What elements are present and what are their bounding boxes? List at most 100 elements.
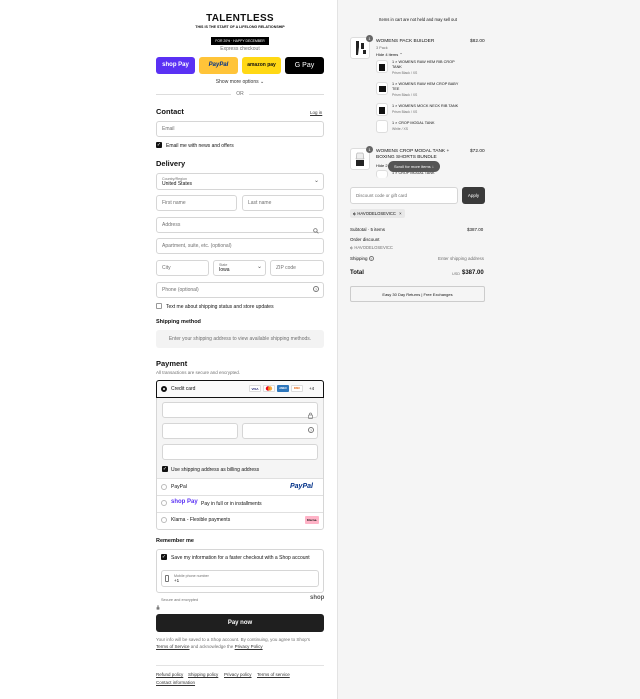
hide-items-toggle[interactable]: Hide 4 items ⌃ <box>376 52 403 57</box>
discount-field[interactable]: Discount code or gift card <box>350 187 458 204</box>
show-more-label: Show more options <box>215 79 259 85</box>
help-icon[interactable]: ? <box>313 286 319 292</box>
city-placeholder: City <box>162 265 171 271</box>
show-more-options[interactable]: Show more options ⌄ <box>156 79 324 85</box>
footer-refund-link[interactable]: Refund policy <box>156 672 183 677</box>
remember-title: Remember me <box>156 538 194 544</box>
item-variant: 3 Pack <box>376 46 388 50</box>
brand-logo[interactable]: TALENTLESS THIS IS THE START OF A LIFELO… <box>170 13 310 47</box>
city-field[interactable]: City <box>156 260 209 276</box>
or-divider: OR <box>236 91 244 97</box>
payment-title: Payment <box>156 359 188 368</box>
order-discount-code-text: HAVODELOSEVICC <box>354 245 393 250</box>
scroll-hint-label: Scroll for more items <box>394 164 431 169</box>
phone-placeholder: Phone (optional) <box>162 287 199 293</box>
shipping-method-info: Enter your shipping address to view avai… <box>156 330 324 348</box>
divider-right <box>249 94 324 95</box>
order-summary: Items in cart are not held and may sell … <box>337 0 640 699</box>
apply-button[interactable]: Apply <box>462 187 485 204</box>
last-name-field[interactable]: Last name <box>242 195 324 211</box>
footer-privacy-link[interactable]: Privacy policy <box>224 672 252 677</box>
sub-item-title: 1 × WOMENS RAW HEM RIB CROP TANK <box>392 60 455 69</box>
shop-pay-button[interactable]: shop Pay <box>156 57 195 74</box>
expiry-field[interactable] <box>162 423 238 439</box>
shop-pay-radio[interactable] <box>161 500 167 506</box>
sub-item-variant: Prism Black / XS <box>392 71 418 75</box>
save-info-checkbox[interactable]: ✓ <box>161 554 167 560</box>
privacy-link[interactable]: Privacy Policy <box>235 644 263 649</box>
phone-field[interactable]: Phone (optional) <box>156 282 324 298</box>
search-icon <box>313 221 319 239</box>
discount-tag: ⬖ HAVODELOSEVICC × <box>350 209 405 218</box>
footer-contact-link[interactable]: Contact information <box>156 680 195 685</box>
text-updates-label: Text me about shipping status and store … <box>166 304 274 310</box>
total-label: Total <box>350 270 364 276</box>
sub-item-image <box>376 170 388 178</box>
login-link[interactable]: Log in <box>310 110 322 115</box>
paypal-logo: PayPal <box>290 483 313 490</box>
mobile-phone-field[interactable]: Mobile phone number +1 <box>161 570 319 587</box>
subtotal-label: Subtotal · 5 items <box>350 227 386 232</box>
discount-tag-code: HAVODELOSEVICC <box>357 211 396 216</box>
footer-shipping-link[interactable]: Shipping policy <box>188 672 218 677</box>
promo-banner: FOR 20% · HAPPY DECEMBER <box>211 37 269 45</box>
sub-item-image <box>376 103 388 116</box>
name-on-card-field[interactable] <box>162 444 318 460</box>
paypal-radio[interactable] <box>161 484 167 490</box>
help-icon[interactable]: ? <box>308 427 314 433</box>
shop-pay-logo: shop Pay <box>171 499 198 505</box>
shipping-label: Shipping ? <box>350 256 374 261</box>
billing-checkbox[interactable]: ✓ <box>162 466 168 472</box>
klarna-logo: Klarna. <box>305 516 319 524</box>
apartment-placeholder: Apartment, suite, etc. (optional) <box>162 243 232 249</box>
scroll-hint[interactable]: Scroll for more items ↓ <box>388 161 440 172</box>
zip-field[interactable]: ZIP code <box>270 260 324 276</box>
email-field[interactable]: Email <box>156 121 324 137</box>
terms-link[interactable]: Terms of Service <box>156 644 190 649</box>
divider <box>157 478 323 479</box>
more-cards-count: +4 <box>309 386 315 391</box>
first-name-field[interactable]: First name <box>156 195 237 211</box>
apartment-field[interactable]: Apartment, suite, etc. (optional) <box>156 238 324 254</box>
secure-label: Secure and encrypted <box>161 598 199 602</box>
save-info-label: Save my information for a faster checkou… <box>171 555 310 561</box>
billing-label: Use shipping address as billing address <box>171 467 260 473</box>
pay-now-button[interactable]: Pay now <box>156 614 324 632</box>
lock-icon <box>156 597 160 615</box>
divider-left <box>156 94 231 95</box>
quantity-badge: 1 <box>366 35 373 42</box>
item-price: $82.00 <box>470 39 485 44</box>
shop-pay-label: Pay in full or in installments <box>201 501 262 507</box>
news-checkbox[interactable]: ✓ <box>156 142 162 148</box>
credit-card-radio[interactable] <box>161 386 167 392</box>
state-value: Iowa <box>219 267 230 273</box>
footer-terms-link[interactable]: Terms of service <box>257 672 290 677</box>
currency-label: USD <box>452 272 461 276</box>
amazon-pay-button[interactable]: amazon pay <box>242 57 281 74</box>
close-icon[interactable]: × <box>399 211 401 216</box>
checkout-form: TALENTLESS THIS IS THE START OF A LIFELO… <box>0 0 337 699</box>
quantity-badge: 1 <box>366 146 373 153</box>
arrow-down-icon: ↓ <box>431 164 434 169</box>
chevron-down-icon: ⌄ <box>314 178 320 184</box>
country-select[interactable]: Country/Region United States <box>156 173 324 190</box>
help-icon[interactable]: ? <box>368 256 374 261</box>
text-updates-checkbox[interactable] <box>156 303 162 309</box>
subtotal-value: $387.00 <box>467 227 484 232</box>
order-discount-label: Order discount <box>350 237 380 242</box>
tee-icon <box>378 86 386 92</box>
google-pay-button[interactable]: G Pay <box>285 57 324 74</box>
cart-notice: Items in cart are not held and may sell … <box>379 17 457 22</box>
brand-tagline: THIS IS THE START OF A LIFELONG RELATION… <box>195 25 285 29</box>
address-field[interactable]: Address <box>156 217 324 233</box>
hide-items-toggle[interactable]: Hide 2 <box>376 163 388 168</box>
item-price: $72.00 <box>470 149 485 154</box>
sub-item-title: 1 × WOMENS RAW HEM CROP BABY TEE <box>392 82 459 91</box>
klarna-radio[interactable] <box>161 517 167 523</box>
paypal-button[interactable]: PayPal <box>199 57 238 74</box>
express-checkout-title: Express checkout <box>220 46 260 52</box>
security-code-field[interactable] <box>242 423 318 439</box>
card-number-field[interactable] <box>162 402 318 418</box>
tank-icon <box>379 64 385 71</box>
delivery-title: Delivery <box>156 159 186 168</box>
